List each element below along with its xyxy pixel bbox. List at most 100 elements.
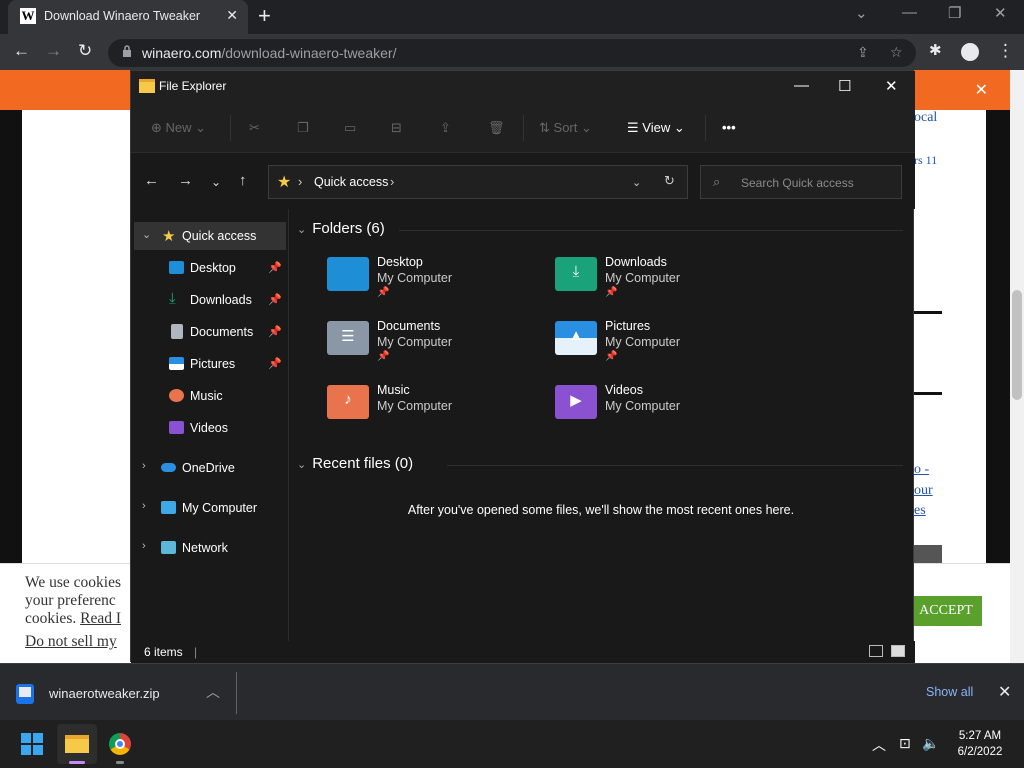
running-indicator (116, 761, 124, 764)
recent-locations-chevron-icon[interactable]: ⌄ (211, 175, 221, 189)
sidebar-item-quick-access[interactable]: ⌄ ★ Quick access (134, 222, 286, 250)
chevron-right-icon[interactable]: › (142, 540, 146, 552)
sidebar-item-documents[interactable]: Documents 📌 (134, 318, 286, 346)
page-image-fragment (914, 545, 942, 563)
breadcrumb-location[interactable]: Quick access (314, 175, 388, 189)
network-tray-icon[interactable]: ⊡ (899, 735, 911, 752)
sidebar-item-my-computer[interactable]: › My Computer (134, 494, 286, 522)
explorer-command-bar: ⊕ New ⌄ ✂ ❐ ▭ ⊟ ⇪ 🗑 ⇅ Sort ⌄ ☰ View ⌄ ••… (131, 103, 915, 153)
restore-browser-button[interactable]: ❐ (948, 4, 961, 22)
page-link-snippet[interactable]: es (914, 503, 926, 519)
folder-tile-music[interactable]: ♪ Music My Computer (327, 383, 547, 439)
pin-icon: 📌 (268, 262, 282, 274)
more-options-button[interactable]: ••• (722, 120, 736, 135)
folder-tile-pictures[interactable]: ▲ Pictures My Computer 📌 (555, 319, 775, 375)
cookie-text: We use cookies your preferenc cookies. R… (25, 574, 122, 651)
download-item[interactable]: winaerotweaker.zip (49, 686, 160, 701)
read-more-link[interactable]: Read I (80, 610, 121, 627)
sort-icon: ⇅ (539, 120, 550, 135)
url-text: winaero.com/download-winaero-tweaker/ (142, 45, 397, 61)
details-view-icon[interactable] (869, 645, 883, 657)
sidebar-item-music[interactable]: Music (134, 382, 286, 410)
sidebar-item-downloads[interactable]: ⤓ Downloads 📌 (134, 286, 286, 314)
page-link-snippet[interactable]: o - (914, 462, 929, 478)
new-button[interactable]: ⊕ New ⌄ (151, 120, 206, 136)
section-divider (447, 465, 903, 466)
sort-button[interactable]: ⇅ Sort ⌄ (539, 120, 592, 136)
up-arrow-icon[interactable]: ↑ (239, 172, 247, 189)
forward-arrow-icon[interactable]: → (45, 41, 62, 61)
download-icon: ⤓ (169, 290, 176, 307)
recent-files-section-header[interactable]: ⌄ Recent files (0) (297, 455, 413, 472)
taskbar-file-explorer-icon[interactable] (57, 724, 97, 764)
folders-section-header[interactable]: ⌄ Folders (6) (297, 220, 385, 237)
close-shelf-icon[interactable]: ✕ (998, 682, 1011, 702)
show-all-link[interactable]: Show all (926, 685, 973, 699)
copy-icon[interactable]: ❐ (297, 120, 309, 136)
close-icon[interactable]: ✕ (885, 77, 898, 95)
page-link-snippet[interactable]: our (914, 483, 933, 499)
sidebar-item-pictures[interactable]: Pictures 📌 (134, 350, 286, 378)
pin-icon: 📌 (605, 351, 618, 362)
chevron-down-icon[interactable]: ⌄ (142, 228, 151, 241)
windows-start-icon[interactable] (21, 733, 43, 755)
section-divider (399, 230, 903, 231)
explorer-address-bar[interactable]: ★ › Quick access › ⌄ ↻ (268, 165, 688, 199)
rename-icon[interactable]: ⊟ (391, 120, 402, 136)
volume-icon[interactable]: 🔈 (922, 735, 939, 752)
folder-tile-desktop[interactable]: Desktop My Computer 📌 (327, 255, 547, 311)
chevron-right-icon[interactable]: › (142, 500, 146, 512)
browser-menu-icon[interactable]: ⋮ (997, 41, 1014, 61)
lock-icon (123, 45, 131, 57)
browser-tab[interactable]: W Download Winaero Tweaker ✕ (8, 0, 248, 34)
chevron-up-icon[interactable]: ︿ (206, 682, 220, 702)
minimize-icon[interactable]: — (794, 77, 809, 94)
search-input[interactable]: ⌕ Search Quick access (700, 165, 902, 199)
system-clock[interactable]: 5:27 AM 6/2/2022 (950, 728, 1010, 760)
view-button[interactable]: ☰ View ⌄ (627, 120, 685, 136)
forward-arrow-icon[interactable]: → (178, 172, 193, 189)
page-link-snippet[interactable]: rs 11 (914, 153, 937, 168)
folder-tile-documents[interactable]: ☰ Documents My Computer 📌 (327, 319, 547, 375)
do-not-sell-link[interactable]: Do not sell my (25, 633, 121, 651)
chevron-right-icon[interactable]: › (142, 460, 146, 472)
sidebar-item-network[interactable]: › Network (134, 534, 286, 562)
share-icon[interactable]: ⇪ (857, 44, 869, 61)
address-history-chevron-icon[interactable]: ⌄ (632, 176, 641, 189)
back-arrow-icon[interactable]: ← (144, 172, 159, 189)
folder-tile-videos[interactable]: ▶ Videos My Computer (555, 383, 775, 439)
close-tab-icon[interactable]: ✕ (226, 7, 238, 24)
maximize-icon[interactable]: ☐ (838, 77, 851, 95)
minimize-browser-button[interactable]: — (902, 4, 917, 21)
breadcrumb-chevron-icon[interactable]: › (298, 174, 302, 189)
profile-avatar-icon[interactable] (961, 43, 979, 61)
new-tab-button[interactable]: + (258, 4, 271, 28)
chevron-down-icon: ⌄ (297, 459, 307, 471)
explorer-title-bar[interactable]: File Explorer — ☐ ✕ (131, 71, 915, 103)
share-icon[interactable]: ⇪ (440, 120, 451, 136)
paste-icon[interactable]: ▭ (344, 120, 356, 136)
bookmark-star-icon[interactable]: ☆ (890, 44, 903, 61)
address-bar[interactable]: winaero.com/download-winaero-tweaker/ ⇪ … (108, 39, 916, 67)
tab-search-icon[interactable]: ⌄ (855, 4, 868, 22)
extensions-puzzle-icon[interactable]: ✱ (929, 41, 942, 59)
accept-cookies-button[interactable]: ACCEPT (910, 596, 982, 626)
close-browser-button[interactable]: ✕ (994, 4, 1007, 22)
folder-tile-downloads[interactable]: ⤓ Downloads My Computer 📌 (555, 255, 775, 311)
large-icons-view-icon[interactable] (891, 645, 905, 657)
sidebar-item-videos[interactable]: Videos (134, 414, 286, 442)
refresh-icon[interactable]: ↻ (664, 173, 675, 189)
sidebar-item-desktop[interactable]: Desktop 📌 (134, 254, 286, 282)
delete-icon[interactable]: 🗑 (488, 120, 505, 136)
browser-tab-strip: W Download Winaero Tweaker ✕ + ⌄ — ❐ ✕ (0, 0, 1024, 34)
close-notice-icon[interactable]: ✕ (975, 80, 988, 100)
cut-icon[interactable]: ✂ (249, 120, 260, 136)
page-scrollbar-thumb[interactable] (1012, 290, 1022, 400)
taskbar-chrome-icon[interactable] (109, 733, 131, 755)
breadcrumb-chevron-icon[interactable]: › (390, 174, 394, 189)
back-arrow-icon[interactable]: ← (13, 41, 30, 61)
page-link-snippet[interactable]: ocal (914, 110, 937, 126)
reload-icon[interactable]: ↻ (78, 41, 92, 61)
tray-overflow-chevron-icon[interactable]: ︿ (872, 735, 886, 755)
sidebar-item-onedrive[interactable]: › OneDrive (134, 454, 286, 482)
